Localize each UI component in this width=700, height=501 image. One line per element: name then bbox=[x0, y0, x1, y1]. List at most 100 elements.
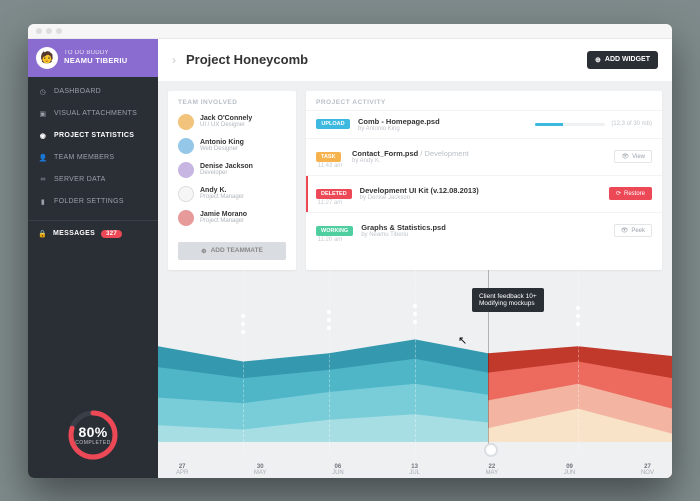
progress-label: COMPLETED bbox=[75, 440, 111, 446]
avatar bbox=[178, 210, 194, 226]
chart-x-axis: 27APR 30MAY 06JUN 13JUL 22MAY 09JUN 27NO… bbox=[158, 464, 672, 476]
sidebar-item-label: DASHBOARD bbox=[54, 88, 101, 95]
member-role: Project Manager bbox=[200, 218, 247, 224]
button-label: View bbox=[632, 154, 645, 160]
topbar: › Project Honeycomb ⊕ ADD WIDGET bbox=[158, 39, 672, 81]
avatar bbox=[178, 186, 194, 202]
member-name: Antonio King bbox=[200, 139, 244, 146]
avatar bbox=[178, 114, 194, 130]
member-name: Jamie Morano bbox=[200, 211, 247, 218]
lock-icon: 🔒 bbox=[38, 230, 47, 238]
timeline-chart[interactable]: Client feedback 10+ Modifying mockups ↖ … bbox=[158, 270, 672, 478]
plus-icon: ⊕ bbox=[201, 247, 206, 255]
activity-row[interactable]: DELETED11:27 am Development UI Kit (v.12… bbox=[306, 175, 662, 212]
sidebar-item-label: FOLDER SETTINGS bbox=[54, 198, 124, 205]
nav-list: ◷ DASHBOARD ▣ VISUAL ATTACHMENTS ◉ PROJECT … bbox=[28, 77, 158, 217]
progress-ring: 80% COMPLETED bbox=[66, 408, 120, 462]
user-icon: 👤 bbox=[38, 153, 48, 163]
activity-card: PROJECT ACTIVITY UPLOAD Comb - Homepage.… bbox=[306, 91, 662, 270]
sidebar-item-folder[interactable]: ▮ FOLDER SETTINGS bbox=[28, 191, 158, 213]
main-area: › Project Honeycomb ⊕ ADD WIDGET TEAM INV… bbox=[158, 39, 672, 478]
member-role: Web Designer bbox=[200, 146, 244, 152]
avatar bbox=[178, 138, 194, 154]
sidebar-item-label: SERVER DATA bbox=[54, 176, 106, 183]
window-chrome bbox=[28, 24, 672, 39]
user-subtitle: TO DO BUDDY bbox=[64, 50, 127, 56]
tag-deleted: DELETED bbox=[316, 189, 352, 199]
activity-row[interactable]: WORKING11:20 am Graphs & Statistics.psdb… bbox=[306, 212, 662, 249]
sidebar-item-members[interactable]: 👤TEAM MEMBERS bbox=[28, 147, 158, 169]
sidebar-item-visual[interactable]: ▣ VISUAL ATTACHMENTS bbox=[28, 103, 158, 125]
team-list: Jack O'ConnelyUI / UX Designer Antonio K… bbox=[168, 110, 296, 238]
activity-time: 11:43 am bbox=[316, 163, 344, 169]
card-heading: TEAM INVOLVED bbox=[168, 91, 296, 110]
plus-icon: ⊕ bbox=[595, 56, 601, 64]
sidebar: 🧑 TO DO BUDDY NEAMU TIBERIU ◷ DASHBOARD ▣… bbox=[28, 39, 158, 478]
sidebar-item-label: MESSAGES bbox=[53, 230, 95, 237]
activity-by: by Antonio King bbox=[358, 126, 440, 132]
button-label: ADD WIDGET bbox=[605, 56, 650, 63]
window-dot[interactable] bbox=[56, 28, 62, 34]
restore-button[interactable]: ⟳Restore bbox=[609, 187, 652, 200]
button-label: ADD TEAMMATE bbox=[211, 247, 263, 254]
tag-upload: UPLOAD bbox=[316, 119, 350, 129]
team-card: TEAM INVOLVED Jack O'ConnelyUI / UX Desi… bbox=[168, 91, 296, 270]
member-role: Project Manager bbox=[200, 194, 244, 200]
sidebar-item-server[interactable]: ∞ SERVER DATA bbox=[28, 169, 158, 191]
app-window: 🧑 TO DO BUDDY NEAMU TIBERIU ◷ DASHBOARD ▣… bbox=[28, 24, 672, 478]
card-heading: PROJECT ACTIVITY bbox=[306, 91, 662, 110]
messages-badge: 327 bbox=[101, 230, 122, 238]
progress-percent: 80% bbox=[79, 424, 108, 440]
tag-working: WORKING bbox=[316, 226, 353, 236]
window-dot[interactable] bbox=[46, 28, 52, 34]
tag-task: TASK bbox=[316, 152, 341, 162]
sidebar-item-label: PROJECT STATISTICS bbox=[54, 132, 134, 139]
activity-title: Contact_Form.psd / Development bbox=[352, 149, 469, 158]
member-role: Developer bbox=[200, 170, 253, 176]
peek-button[interactable]: 👁Peek bbox=[614, 224, 652, 237]
sidebar-item-messages[interactable]: 🔒 MESSAGES 327 bbox=[28, 224, 158, 244]
user-name: NEAMU TIBERIU bbox=[64, 56, 127, 65]
divider bbox=[28, 220, 158, 221]
eye-icon: ◉ bbox=[38, 131, 48, 141]
activity-time: 11:27 am bbox=[316, 200, 344, 206]
restore-icon: ⟳ bbox=[616, 190, 621, 197]
folder-icon: ▮ bbox=[38, 197, 48, 207]
activity-row[interactable]: UPLOAD Comb - Homepage.psdby Antonio Kin… bbox=[306, 110, 662, 138]
team-member[interactable]: Antonio KingWeb Designer bbox=[178, 134, 286, 158]
sidebar-item-label: VISUAL ATTACHMENTS bbox=[54, 110, 137, 117]
avatar: 🧑 bbox=[36, 47, 58, 69]
add-teammate-button[interactable]: ⊕ ADD TEAMMATE bbox=[178, 242, 286, 260]
page-title: Project Honeycomb bbox=[186, 52, 577, 67]
team-member[interactable]: Andy K.Project Manager bbox=[178, 182, 286, 206]
team-member[interactable]: Jack O'ConnelyUI / UX Designer bbox=[178, 110, 286, 134]
sidebar-item-statistics[interactable]: ◉ PROJECT STATISTICS bbox=[28, 125, 158, 147]
user-block[interactable]: 🧑 TO DO BUDDY NEAMU TIBERIU bbox=[28, 39, 158, 77]
eye-icon: 👁 bbox=[621, 153, 629, 160]
upload-progress bbox=[535, 123, 605, 126]
activity-row[interactable]: TASK11:43 am Contact_Form.psd / Developm… bbox=[306, 138, 662, 175]
chevron-right-icon[interactable]: › bbox=[172, 53, 176, 67]
view-button[interactable]: 👁View bbox=[614, 150, 652, 163]
button-label: Restore bbox=[624, 191, 645, 197]
add-widget-button[interactable]: ⊕ ADD WIDGET bbox=[587, 51, 658, 69]
activity-time: 11:20 am bbox=[316, 237, 344, 243]
button-label: Peek bbox=[631, 228, 645, 234]
activity-by: by Neamu Tiberiu bbox=[361, 232, 446, 238]
progress-ring-block: 80% COMPLETED bbox=[28, 394, 158, 478]
sidebar-item-dashboard[interactable]: ◷ DASHBOARD bbox=[28, 81, 158, 103]
upload-size: (12,3 of 30 mb) bbox=[611, 121, 652, 127]
activity-by: by Andy K. bbox=[352, 158, 469, 164]
eye-icon: 👁 bbox=[621, 227, 629, 234]
window-dot[interactable] bbox=[36, 28, 42, 34]
member-name: Denise Jackson bbox=[200, 163, 253, 170]
team-member[interactable]: Jamie MoranoProject Manager bbox=[178, 206, 286, 230]
member-role: UI / UX Designer bbox=[200, 122, 252, 128]
gauge-icon: ◷ bbox=[38, 87, 48, 97]
infinity-icon: ∞ bbox=[38, 175, 48, 185]
team-member[interactable]: Denise JacksonDeveloper bbox=[178, 158, 286, 182]
activity-list: UPLOAD Comb - Homepage.psdby Antonio Kin… bbox=[306, 110, 662, 249]
activity-title: Comb - Homepage.psd bbox=[358, 117, 440, 126]
image-icon: ▣ bbox=[38, 109, 48, 119]
member-name: Andy K. bbox=[200, 187, 244, 194]
